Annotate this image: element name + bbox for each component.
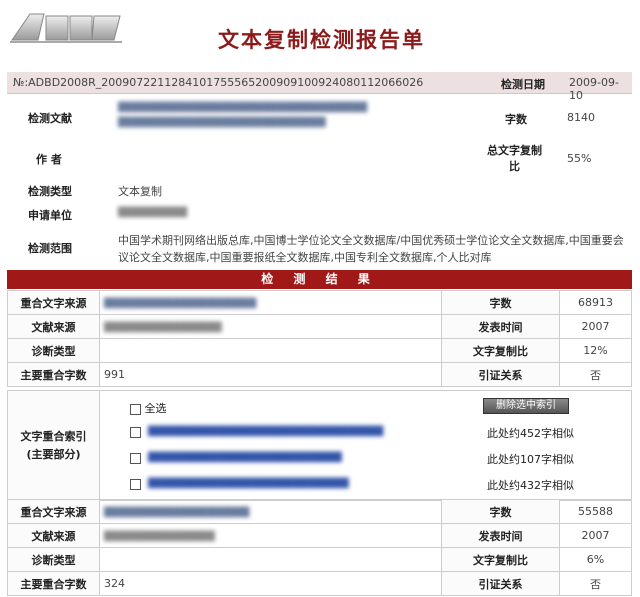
unit-value-blurred: ██████████ — [118, 208, 188, 218]
doc-title-blurred-2: ██████████████████████████████ — [118, 118, 326, 128]
index-item-similar: 此处约452字相似 — [487, 427, 574, 440]
source2-pubtime-value: 2007 — [559, 523, 632, 548]
index-item-link[interactable]: █████████████████████████████ — [148, 479, 349, 489]
report-number-bar: №:ADBD2008R_2009072211284101755565200909… — [7, 72, 632, 102]
select-all-label: 全选 — [144, 402, 167, 415]
source1-source-value: ██████████████████████ — [99, 290, 442, 315]
index-item-link[interactable]: ████████████████████████████ — [148, 453, 342, 463]
date-label: 检测日期 — [501, 78, 545, 91]
report-date: 2009-09-10 — [569, 76, 619, 102]
source2-origin-value: ████████████████ — [99, 523, 442, 548]
source1-main-count-label: 主要重合字数 — [7, 362, 100, 387]
source1-pubtime-label: 发表时间 — [441, 314, 560, 339]
source2-source-label: 重合文字来源 — [7, 499, 100, 524]
select-all-row: 全选 — [130, 400, 167, 416]
delete-selected-index-button[interactable]: 删除选中索引 — [483, 398, 569, 414]
words-value: 8140 — [567, 111, 595, 124]
logo — [8, 10, 126, 44]
source1-words-label: 字数 — [441, 290, 560, 315]
index-item-similar: 此处约107字相似 — [487, 453, 574, 466]
unit-label: 申请单位 — [28, 209, 72, 222]
index-item: ██████████████████████████████████ — [130, 425, 383, 441]
index-item: █████████████████████████████ — [130, 477, 349, 493]
source2-words-label: 字数 — [441, 499, 560, 524]
source2-ratio-label: 文字复制比 — [441, 547, 560, 572]
type-label: 检测类型 — [28, 185, 72, 198]
source2-origin-label: 文献来源 — [7, 523, 100, 548]
source2-cite-value: 否 — [559, 571, 632, 596]
source1-ratio-label: 文字复制比 — [441, 338, 560, 363]
source1-main-count-value: 991 — [99, 362, 442, 387]
index-item-checkbox[interactable] — [130, 452, 141, 464]
source1-cite-value: 否 — [559, 362, 632, 387]
type-value: 文本复制 — [118, 185, 162, 198]
results-header: 检 测 结 果 — [7, 270, 632, 289]
source2-main-count-value: 324 — [99, 571, 442, 596]
author-label: 作 者 — [36, 153, 62, 166]
page-title: 文本复制检测报告单 — [218, 27, 425, 52]
source2-cite-label: 引证关系 — [441, 571, 560, 596]
index-item-checkbox[interactable] — [130, 426, 141, 438]
doc-label: 检测文献 — [28, 112, 72, 125]
doc-title-blurred: ████████████████████████████████████ — [118, 103, 368, 113]
source2-pubtime-label: 发表时间 — [441, 523, 560, 548]
total-copy-label: 总文字复制 比 — [487, 144, 542, 173]
scope-value: 中国学术期刊网络出版总库,中国博士学位论文全文数据库/中国优秀硕士学位论文全文数… — [118, 234, 624, 264]
index-item-link[interactable]: ██████████████████████████████████ — [148, 427, 383, 437]
source1-diag-value — [99, 338, 442, 363]
total-copy-value: 55% — [567, 152, 592, 165]
words-label: 字数 — [505, 113, 527, 126]
source1-diag-label: 诊断类型 — [7, 338, 100, 363]
source1-origin-label: 文献来源 — [7, 314, 100, 339]
source1-origin-value: █████████████████ — [99, 314, 442, 339]
source1-ratio-value: 12% — [559, 338, 632, 363]
source1-cite-label: 引证关系 — [441, 362, 560, 387]
source2-diag-label: 诊断类型 — [7, 547, 100, 572]
index-label: 文字重合索引 (主要部分) — [7, 390, 100, 501]
source2-diag-value — [99, 547, 442, 572]
index-item-checkbox[interactable] — [130, 478, 141, 490]
source2-main-count-label: 主要重合字数 — [7, 571, 100, 596]
source1-words-value: 68913 — [559, 290, 632, 315]
source1-source-label: 重合文字来源 — [7, 290, 100, 315]
select-all-checkbox[interactable] — [130, 403, 141, 415]
source2-words-value: 55588 — [559, 499, 632, 524]
source1-pubtime-value: 2007 — [559, 314, 632, 339]
scope-label: 检测范围 — [28, 242, 72, 255]
source1-table: 重合文字来源 ██████████████████████ 字数 68913 文… — [7, 290, 632, 387]
source2-source-value: █████████████████████ — [99, 499, 442, 524]
index-item-similar: 此处约432字相似 — [487, 479, 574, 492]
source2-ratio-value: 6% — [559, 547, 632, 572]
source2-table: 重合文字来源 █████████████████████ 字数 55588 文献… — [7, 499, 632, 596]
index-item: ████████████████████████████ — [130, 451, 342, 467]
report-number: №:ADBD2008R_2009072211284101755565200909… — [13, 76, 424, 89]
